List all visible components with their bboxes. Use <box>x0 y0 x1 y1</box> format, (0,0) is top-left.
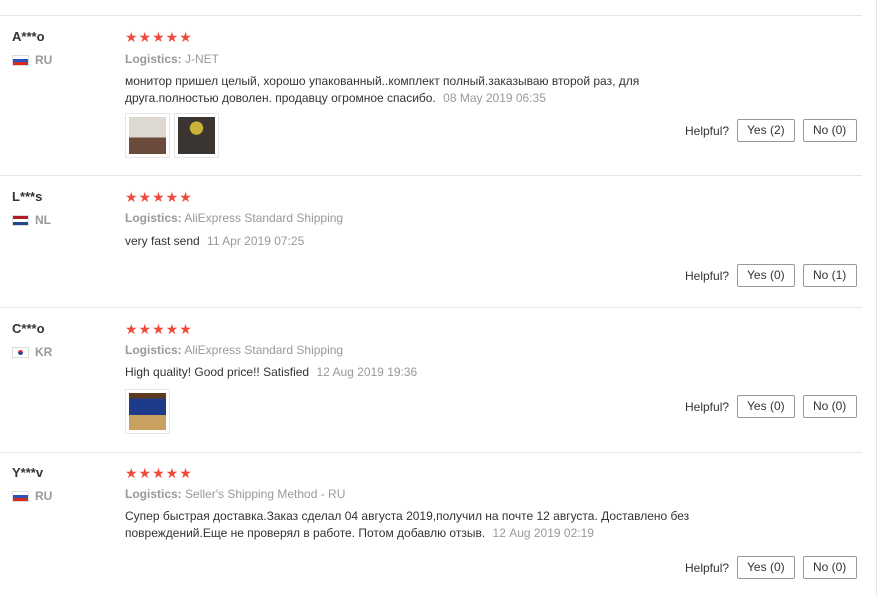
country-code: NL <box>35 213 51 227</box>
country-code: KR <box>35 345 53 359</box>
helpful-votes: Helpful? Yes (2) No (0) <box>685 119 857 142</box>
helpful-label: Helpful? <box>685 399 730 414</box>
helpful-label: Helpful? <box>685 268 730 283</box>
helpful-yes-button[interactable]: Yes (2) <box>737 119 795 142</box>
review-item: Y***v RU ★★★★★ Logistics: Seller's Shipp… <box>0 452 862 596</box>
logistics-method: AliExpress Standard Shipping <box>184 211 344 225</box>
reviewer-name: Y***v <box>12 465 44 480</box>
rating-stars: ★★★★★ <box>125 29 193 45</box>
reviewer-country: KR <box>12 345 52 359</box>
review-text-block: Супер быстрая доставка.Заказ сделал 04 а… <box>125 508 725 542</box>
logistics-label: Logistics: <box>125 343 182 357</box>
review-date: 12 Aug 2019 02:19 <box>492 526 594 540</box>
rating-stars: ★★★★★ <box>125 189 193 205</box>
rating-stars: ★★★★★ <box>125 321 193 337</box>
page-right-edge <box>876 0 887 596</box>
logistics-method: AliExpress Standard Shipping <box>184 343 344 357</box>
helpful-no-button[interactable]: No (1) <box>802 264 857 287</box>
rating-stars: ★★★★★ <box>125 465 193 481</box>
reviewer-country: RU <box>12 489 52 503</box>
review-date: 12 Aug 2019 19:36 <box>316 365 418 379</box>
logistics-label: Logistics: <box>125 211 182 225</box>
reviewer-name: L***s <box>12 189 43 204</box>
review-item: C***o KR ★★★★★ Logistics: AliExpress Sta… <box>0 307 862 452</box>
reviewer-country: RU <box>12 53 52 67</box>
russia-flag-icon <box>12 490 29 502</box>
review-photo-thumbnail[interactable] <box>125 113 170 158</box>
helpful-votes: Helpful? Yes (0) No (0) <box>685 556 857 579</box>
country-code: RU <box>35 489 53 503</box>
review-item: A***o RU ★★★★★ Logistics: J-NET монитор … <box>0 15 862 175</box>
review-date: 11 Apr 2019 07:25 <box>207 234 305 248</box>
review-date: 08 May 2019 06:35 <box>443 91 546 105</box>
netherlands-flag-icon <box>12 214 29 226</box>
review-item: L***s NL ★★★★★ Logistics: AliExpress Sta… <box>0 175 862 307</box>
helpful-votes: Helpful? Yes (0) No (1) <box>685 264 857 287</box>
review-text-block: монитор пришел целый, хорошо упакованный… <box>125 73 685 107</box>
helpful-votes: Helpful? Yes (0) No (0) <box>685 395 857 418</box>
logistics-method: J-NET <box>185 52 220 66</box>
review-photos <box>125 113 219 158</box>
review-text-block: very fast send 11 Apr 2019 07:25 <box>125 233 685 250</box>
logistics-method: Seller's Shipping Method - RU <box>185 487 346 501</box>
logistics-label: Logistics: <box>125 52 182 66</box>
helpful-yes-button[interactable]: Yes (0) <box>737 395 795 418</box>
review-photo-thumbnail[interactable] <box>125 389 170 434</box>
logistics-info: Logistics: Seller's Shipping Method - RU <box>125 487 345 501</box>
logistics-label: Logistics: <box>125 487 182 501</box>
helpful-no-button[interactable]: No (0) <box>802 119 857 142</box>
reviewer-country: NL <box>12 213 51 227</box>
cable-photo <box>178 117 215 154</box>
reviewer-name: C***o <box>12 321 45 336</box>
logistics-info: Logistics: AliExpress Standard Shipping <box>125 211 343 225</box>
review-text: монитор пришел целый, хорошо упакованный… <box>125 74 640 105</box>
monitor-box-photo <box>129 117 166 154</box>
south-korea-flag-icon <box>12 346 29 358</box>
country-code: RU <box>35 53 53 67</box>
review-photo-thumbnail[interactable] <box>174 113 219 158</box>
review-text: very fast send <box>125 234 200 248</box>
helpful-label: Helpful? <box>685 560 730 575</box>
helpful-yes-button[interactable]: Yes (0) <box>737 264 795 287</box>
helpful-yes-button[interactable]: Yes (0) <box>737 556 795 579</box>
review-text: High quality! Good price!! Satisfied <box>125 365 310 379</box>
review-text-block: High quality! Good price!! Satisfied 12 … <box>125 364 685 381</box>
helpful-no-button[interactable]: No (0) <box>802 395 857 418</box>
russia-flag-icon <box>12 54 29 66</box>
logistics-info: Logistics: AliExpress Standard Shipping <box>125 343 343 357</box>
reviewer-name: A***o <box>12 29 45 44</box>
monitor-screen-photo <box>129 393 166 430</box>
review-text: Супер быстрая доставка.Заказ сделал 04 а… <box>125 509 690 540</box>
review-photos <box>125 389 170 434</box>
helpful-no-button[interactable]: No (0) <box>802 556 857 579</box>
logistics-info: Logistics: J-NET <box>125 52 219 66</box>
helpful-label: Helpful? <box>685 123 730 138</box>
